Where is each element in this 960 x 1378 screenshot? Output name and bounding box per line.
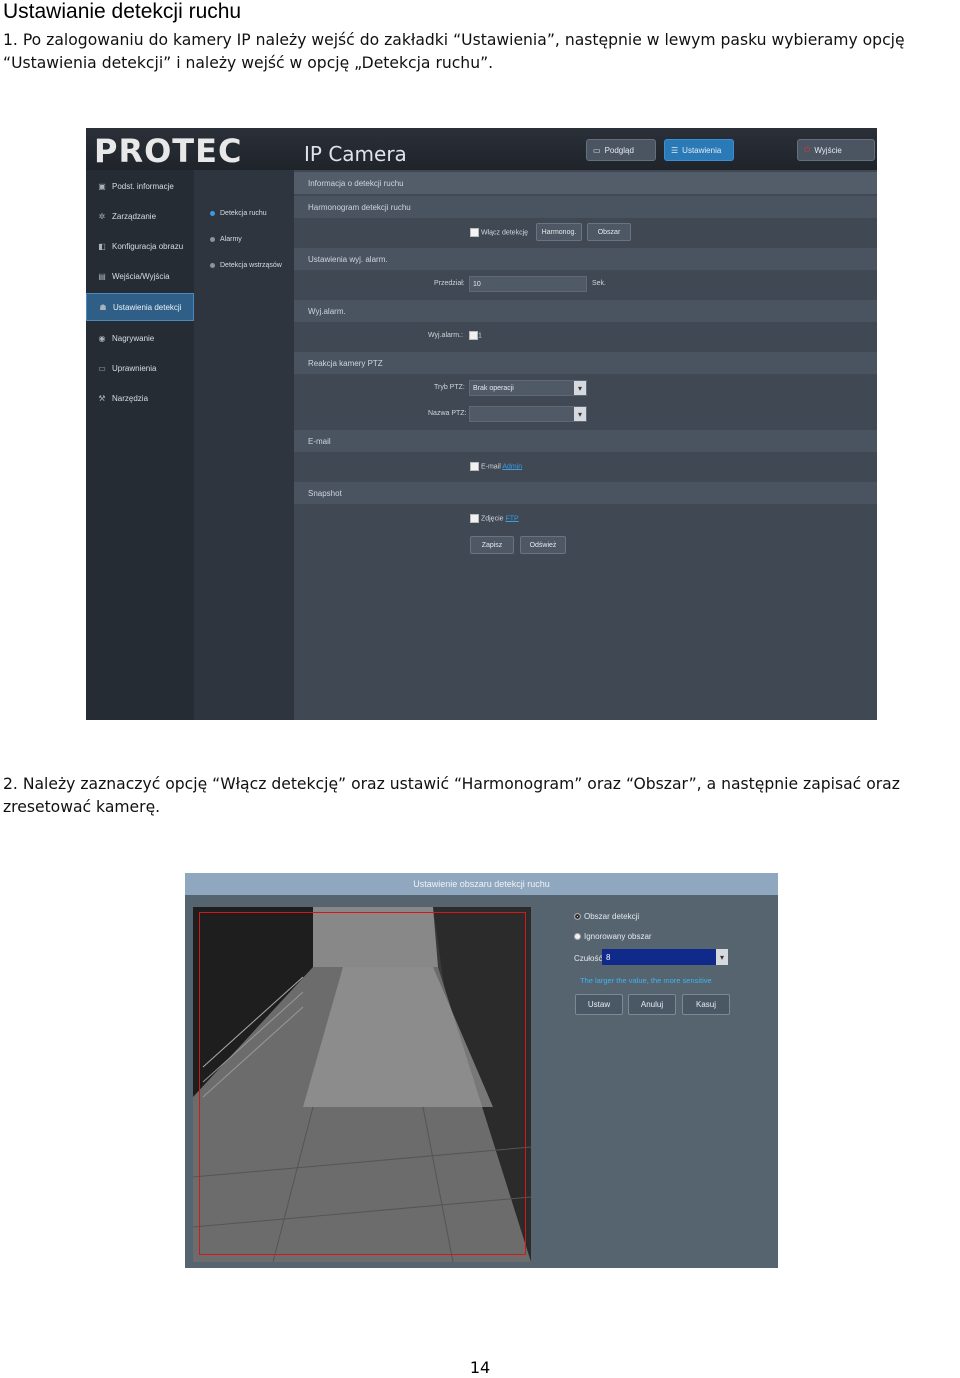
submenu-shock-detection[interactable]: Detekcja wstrząsów <box>210 262 282 269</box>
record-icon: ◉ <box>98 333 106 343</box>
monitor-icon: ▭ <box>593 145 601 155</box>
protec-logo: PROTEC <box>94 132 243 170</box>
preview-button[interactable]: ▭ Podgląd <box>586 139 656 161</box>
area-dialog-title: Ustawienie obszaru detekcji ruchu <box>185 873 778 895</box>
email-row: E-mail Admin <box>470 462 522 471</box>
sidebar-item-image-config[interactable]: ◧ Konfiguracja obrazu <box>86 232 194 260</box>
enable-detection-row: Włącz detekcję <box>470 228 528 237</box>
document-title: Ustawianie detekcji ruchu <box>3 0 242 23</box>
submenu-motion-detection[interactable]: Detekcja ruchu <box>210 210 267 217</box>
power-icon: ⏻ <box>804 145 811 154</box>
ip-camera-label: IP Camera <box>304 142 407 166</box>
io-icon: ▤ <box>98 271 106 281</box>
interval-label: Przedział: <box>434 280 465 287</box>
sensitivity-label: Czułość <box>574 954 603 963</box>
cancel-button[interactable]: Anuluj <box>628 994 676 1015</box>
ptz-mode-select[interactable]: Brak operacji ▾ <box>469 380 587 396</box>
refresh-button[interactable]: Odśwież <box>520 536 566 554</box>
sidebar-item-permissions[interactable]: ▭ Uprawnienia <box>86 354 194 382</box>
photo-row: Zdjęcie FTP <box>470 514 519 523</box>
detection-area-screenshot: Ustawienie obszaru detekcji ruchu Obszar… <box>185 873 778 1268</box>
sidebar-item-basic-info[interactable]: ▣ Podst. informacje <box>86 172 194 200</box>
sidebar-item-io[interactable]: ▤ Wejścia/Wyjścia <box>86 262 194 290</box>
submenu-alarms[interactable]: Alarmy <box>210 236 242 243</box>
option-detection-area[interactable]: Obszar detekcji <box>574 912 639 921</box>
alarm-out-label: Wyj.alarm.: <box>428 332 463 339</box>
camera-icon: ▣ <box>98 181 106 191</box>
option-ignored-area[interactable]: Ignorowany obszar <box>574 932 652 941</box>
camera-settings-screenshot: PROTEC IP Camera ▭ Podgląd ☰ Ustawienia ⏻ W… <box>86 128 877 720</box>
step-2-text: 2. Należy zaznaczyć opcję “Włącz detekcj… <box>3 775 900 816</box>
monitor-icon: ▭ <box>98 363 106 373</box>
gear-icon: ✲ <box>98 211 106 221</box>
email-checkbox[interactable] <box>470 462 479 471</box>
sidebar-item-management[interactable]: ✲ Zarządzanie <box>86 202 194 230</box>
interval-unit: Sek. <box>592 280 607 287</box>
section-ptz: Reakcja kamery PTZ <box>294 352 877 374</box>
ptz-mode-label: Tryb PTZ: <box>434 384 465 391</box>
radio-icon <box>574 913 581 920</box>
settings-button[interactable]: ☰ Ustawienia <box>664 139 734 161</box>
ptz-name-label: Nazwa PTZ: <box>428 410 467 417</box>
settings-sidebar: ▣ Podst. informacje ✲ Zarządzanie ◧ Konfigu… <box>86 170 194 720</box>
enable-detection-label: Włącz detekcję <box>480 229 529 237</box>
chevron-down-icon: ▾ <box>716 949 728 965</box>
section-alarm-settings: Ustawienia wyj. alarm. <box>294 248 877 270</box>
sidebar-item-recording[interactable]: ◉ Nagrywanie <box>86 324 194 352</box>
sensitivity-select[interactable]: 8 ▾ <box>602 949 728 965</box>
image-icon: ◧ <box>98 241 106 251</box>
detection-submenu: Detekcja ruchu Alarmy Detekcja wstrząsów <box>194 170 294 720</box>
detection-area-rectangle[interactable] <box>199 912 526 1255</box>
interval-input[interactable]: 10 <box>469 276 587 292</box>
section-info: Informacja o detekcji ruchu <box>294 172 877 194</box>
photo-checkbox[interactable] <box>470 514 479 523</box>
enable-detection-checkbox[interactable] <box>470 228 479 237</box>
step-1-text: 1. Po zalogowaniu do kamery IP należy we… <box>3 31 905 72</box>
alarm-out-checkbox[interactable] <box>469 331 478 340</box>
section-schedule: Harmonogram detekcji ruchu <box>294 196 877 218</box>
person-icon: ☗ <box>99 302 107 312</box>
schedule-button[interactable]: Harmonog. <box>536 223 582 241</box>
section-alarm-out: Wyj.alarm. <box>294 300 877 322</box>
section-email: E-mail <box>294 430 877 452</box>
camera-header: PROTEC IP Camera ▭ Podgląd ☰ Ustawienia ⏻ W… <box>86 128 877 170</box>
logout-button[interactable]: ⏻ Wyjście <box>797 139 875 161</box>
list-icon: ☰ <box>671 145 679 155</box>
sensitivity-hint: The larger the value, the more sensitive <box>580 976 712 985</box>
page-number: 14 <box>469 1358 491 1377</box>
photo-ftp-link[interactable]: FTP <box>505 515 518 522</box>
area-button[interactable]: Obszar <box>587 223 631 241</box>
bullet-icon <box>210 211 215 216</box>
email-admin-link[interactable]: Admin <box>502 463 522 470</box>
sidebar-item-detection-settings[interactable]: ☗ Ustawienia detekcji <box>86 293 194 321</box>
clear-button[interactable]: Kasuj <box>682 994 730 1015</box>
bullet-icon <box>210 263 215 268</box>
bullet-icon <box>210 237 215 242</box>
wrench-icon: ⚒ <box>98 393 106 403</box>
chevron-down-icon: ▾ <box>574 407 586 421</box>
ptz-name-select[interactable]: ▾ <box>469 406 587 422</box>
set-button[interactable]: Ustaw <box>575 994 623 1015</box>
section-snapshot: Snapshot <box>294 482 877 504</box>
chevron-down-icon: ▾ <box>574 381 586 395</box>
alarm-out-row: 1 <box>469 331 482 340</box>
sidebar-item-tools[interactable]: ⚒ Narzędzia <box>86 384 194 412</box>
save-button[interactable]: Zapisz <box>470 536 514 554</box>
radio-icon <box>574 933 581 940</box>
detection-panel: Informacja o detekcji ruchu Harmonogram … <box>294 170 877 720</box>
